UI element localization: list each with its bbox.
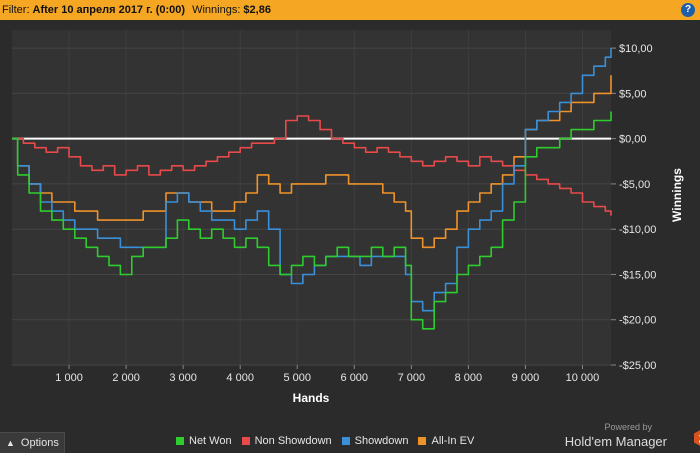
legend-swatch — [341, 437, 350, 445]
x-axis-label: Hands — [293, 391, 330, 405]
x-tick-label: 10 000 — [566, 372, 600, 384]
y-tick-label: -$15,00 — [619, 269, 656, 281]
legend-label: Non Showdown — [254, 435, 332, 447]
x-tick-label: 7 000 — [398, 372, 426, 384]
caret-up-icon: ▲ — [6, 438, 15, 448]
legend-swatch — [176, 437, 184, 445]
y-tick-label: $10,00 — [619, 43, 653, 55]
y-tick-labels: $10,00 $5,00 $0,00 -$5,00 -$10,00 -$15,00 -$20… — [619, 43, 656, 372]
y-tick-label: $5,00 — [619, 88, 647, 100]
x-tick-label: 8 000 — [455, 372, 483, 384]
legend-label: Net Won — [189, 435, 232, 447]
plot-area — [12, 30, 611, 365]
x-tick-label: 3 000 — [169, 372, 197, 384]
legend-item-non-showdown[interactable]: Non Showdown — [241, 435, 332, 447]
legend-swatch — [241, 437, 250, 445]
winnings-graph: 1 000 2 000 3 000 4 000 5 000 6 000 7 000 8 000… — [12, 30, 684, 405]
x-tick-label: 1 000 — [55, 372, 83, 384]
x-tick-label: 2 000 — [112, 372, 140, 384]
y-axis-label: Winnings — [670, 168, 684, 222]
y-tick-label: -$20,00 — [619, 315, 656, 327]
x-tick-label: 6 000 — [341, 372, 369, 384]
x-tick-labels: 1 000 2 000 3 000 4 000 5 000 6 000 7 000 8 000… — [55, 372, 599, 384]
legend: Net Won Non Showdown Showdown All-In EV — [176, 433, 474, 449]
legend-item-all-in-ev[interactable]: All-In EV — [418, 435, 474, 447]
x-tick-label: 5 000 — [283, 372, 311, 384]
options-button[interactable]: ▲ Options — [0, 432, 65, 453]
legend-item-net-won[interactable]: Net Won — [176, 435, 232, 447]
legend-item-showdown[interactable]: Showdown — [341, 435, 409, 447]
y-tick-label: -$25,00 — [619, 360, 656, 372]
x-tick-label: 4 000 — [226, 372, 254, 384]
legend-swatch — [418, 437, 427, 445]
y-tick-label: -$5,00 — [619, 179, 650, 191]
legend-label: Showdown — [354, 435, 409, 447]
x-tick-label: 9 000 — [512, 372, 540, 384]
y-tick-label: $0,00 — [619, 134, 647, 146]
options-label: Options — [20, 437, 59, 449]
hem-logo-icon: 2 — [694, 430, 700, 446]
brand-name: Hold'em Manager — [564, 434, 667, 449]
powered-by-text: Powered by — [604, 422, 652, 432]
y-tick-label: -$10,00 — [619, 224, 656, 236]
legend-label: All-In EV — [431, 435, 475, 447]
